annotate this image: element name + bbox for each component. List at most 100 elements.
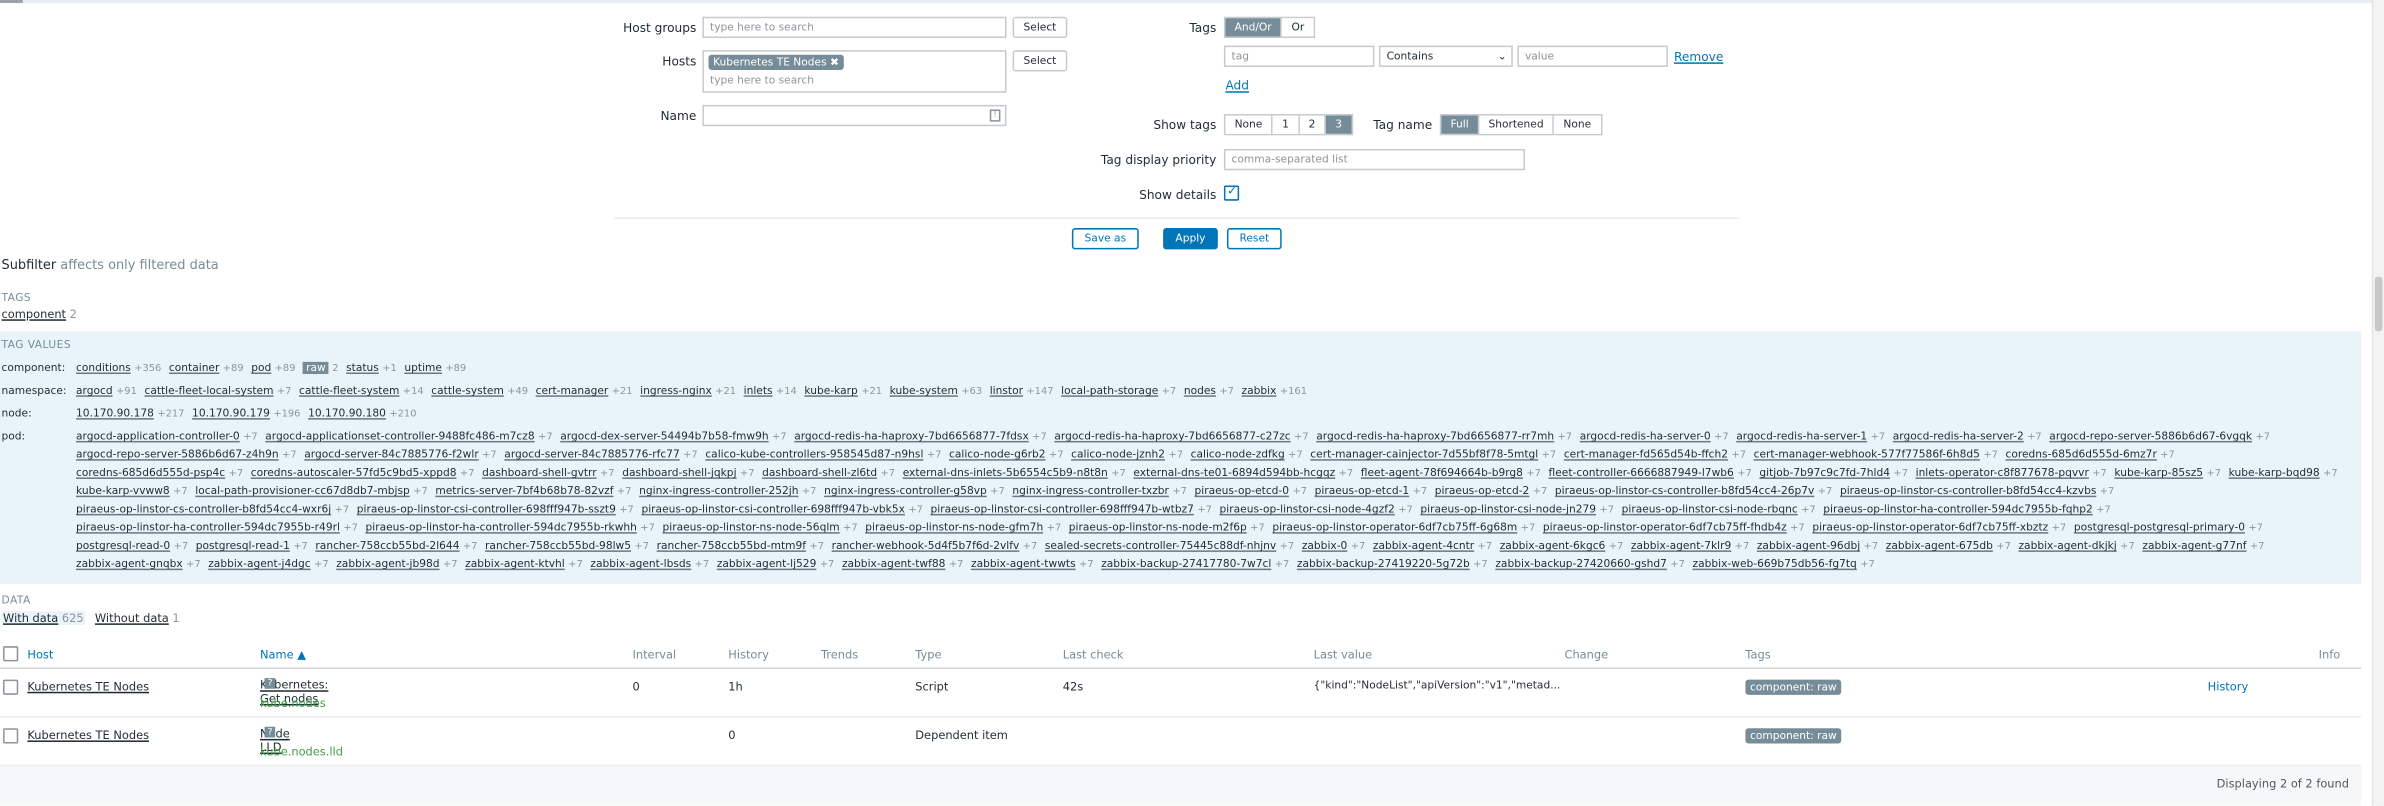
tag-value-item[interactable]: zabbix +161	[1242, 382, 1307, 400]
tag-name-full[interactable]: Full	[1441, 115, 1480, 134]
tag-value-item[interactable]: zabbix-agent-lbsds +7	[590, 555, 709, 573]
or-option[interactable]: Or	[1282, 18, 1314, 37]
tag-value-item[interactable]: piraeus-op-linstor-csi-controller-698fff…	[931, 500, 1212, 518]
tag-value-item[interactable]: postgresql-read-1 +7	[196, 537, 308, 555]
tag-value-item[interactable]: dashboard-shell-zl6td +7	[762, 464, 895, 482]
row-tag-badge[interactable]: component: raw	[1745, 679, 1842, 695]
tag-value-item[interactable]: 10.170.90.180 +210	[308, 404, 416, 422]
tag-value-item[interactable]: cert-manager-webhook-577f77586f-6h8d5 +7	[1754, 445, 1998, 463]
host-groups-input[interactable]: type here to search	[702, 16, 1007, 39]
tag-value-item[interactable]: rancher-758ccb55bd-2l644 +7	[315, 537, 477, 555]
tag-value-item[interactable]: cert-manager +21	[536, 382, 633, 400]
tag-value-item[interactable]: nginx-ingress-controller-252jh +7	[639, 482, 816, 500]
tag-value-item[interactable]: piraeus-op-linstor-csi-node-rbqnc +7	[1622, 500, 1816, 518]
tag-value-item[interactable]: argocd-server-84c7885776-rfc77 +7	[504, 445, 697, 463]
with-data-item[interactable]: With data 625	[1, 611, 86, 625]
tag-value-item[interactable]: container +89	[169, 359, 244, 377]
tag-value-item[interactable]: inlets-operator-c8f877678-pqvvr +7	[1916, 464, 2107, 482]
tag-value-item[interactable]: external-dns-te01-6894d594bb-hcgqz +7	[1133, 464, 1353, 482]
reset-button[interactable]: Reset	[1226, 228, 1282, 250]
tag-value-item[interactable]: piraeus-op-linstor-ha-controller-594dc79…	[76, 518, 358, 536]
tag-value-input[interactable]: value	[1517, 45, 1668, 67]
macro-icon[interactable]: !	[989, 109, 1001, 122]
tag-value-item[interactable]: zabbix-0 +7	[1302, 537, 1365, 555]
tag-value-item[interactable]: fleet-agent-78f694664b-b9rg8 +7	[1361, 464, 1541, 482]
tag-value-item[interactable]: piraeus-op-linstor-ha-controller-594dc79…	[366, 518, 655, 536]
tag-value-item[interactable]: piraeus-op-linstor-ns-node-m2f6p +7	[1069, 518, 1265, 536]
tag-value-item[interactable]: piraeus-op-etcd-1 +7	[1315, 482, 1428, 500]
tag-value-item[interactable]: zabbix-backup-27417780-7w7cl +7	[1101, 555, 1289, 573]
tag-value-item[interactable]: zabbix-agent-jb98d +7	[336, 555, 457, 573]
tag-value-item[interactable]: zabbix-agent-gnqbx +7	[76, 555, 201, 573]
tag-value-item[interactable]: argocd-repo-server-5886b6d67-z4h9n +7	[76, 445, 297, 463]
tag-value-item[interactable]: piraeus-op-linstor-csi-node-4gzf2 +7	[1220, 500, 1413, 518]
tag-value-item[interactable]: 10.170.90.178 +217	[76, 404, 184, 422]
name-input[interactable]: !	[702, 104, 1007, 127]
tag-value-item[interactable]: argocd-redis-ha-server-0 +7	[1580, 427, 1729, 445]
tag-value-item[interactable]: local-path-storage +7	[1061, 382, 1176, 400]
tag-value-item[interactable]: calico-node-jznh2 +7	[1071, 445, 1183, 463]
without-data-item[interactable]: Without data 1	[95, 611, 180, 625]
tag-value-item[interactable]: piraeus-op-etcd-2 +7	[1435, 482, 1548, 500]
tag-value-item[interactable]: piraeus-op-linstor-operator-6df7cb75ff-x…	[1812, 518, 2066, 536]
show-tags-3[interactable]: 3	[1326, 115, 1352, 134]
tag-value-item[interactable]: coredns-autoscaler-57fd5c9bd5-xppd8 +7	[251, 464, 475, 482]
show-tags-toggle[interactable]: None 1 2 3	[1223, 114, 1353, 136]
row-host-link[interactable]: Kubernetes TE Nodes	[27, 728, 149, 742]
row-checkbox[interactable]	[3, 728, 19, 744]
hosts-input[interactable]: Kubernetes TE Nodes ✖ type here to searc…	[702, 50, 1007, 93]
tag-value-item[interactable]: piraeus-op-linstor-csi-controller-698fff…	[641, 500, 922, 518]
tag-value-item[interactable]: zabbix-agent-twf88 +7	[842, 555, 963, 573]
tag-value-item[interactable]: zabbix-agent-lj529 +7	[717, 555, 835, 573]
tag-value-item[interactable]: argocd +91	[76, 382, 137, 400]
tag-value-item[interactable]: zabbix-web-669b75db56-fg7tq +7	[1693, 555, 1875, 573]
host-column-header[interactable]: Host	[27, 648, 53, 662]
tag-name-shortened[interactable]: Shortened	[1479, 115, 1555, 134]
save-as-button[interactable]: Save as	[1071, 228, 1139, 250]
tag-value-item[interactable]: dashboard-shell-gvtrr +7	[482, 464, 615, 482]
tag-value-item[interactable]: argocd-applicationset-controller-9488fc4…	[265, 427, 552, 445]
tags-component-item[interactable]: component 2	[2, 307, 77, 321]
help-icon[interactable]: ?	[264, 678, 276, 689]
tag-value-item[interactable]: piraeus-op-linstor-ha-controller-594dc79…	[1823, 500, 2110, 518]
tag-value-item[interactable]: zabbix-backup-27419220-5g72b +7	[1297, 555, 1488, 573]
tag-value-item[interactable]: metrics-server-7bf4b68b78-82vzf +7	[435, 482, 631, 500]
tag-priority-input[interactable]: comma-separated list	[1223, 148, 1525, 171]
tag-value-item[interactable]: argocd-repo-server-5886b6d67-6vgqk +7	[2049, 427, 2270, 445]
tag-value-item[interactable]: dashboard-shell-jqkpj +7	[622, 464, 754, 482]
tag-value-item[interactable]: inlets +14	[744, 382, 797, 400]
tag-value-item[interactable]: fleet-controller-6666887949-l7wb6 +7	[1549, 464, 1752, 482]
tag-value-item[interactable]: piraeus-op-linstor-csi-controller-698fff…	[357, 500, 634, 518]
tag-value-item[interactable]: piraeus-op-linstor-cs-controller-b8fd54c…	[76, 500, 349, 518]
tag-value-item[interactable]: kube-system +63	[890, 382, 982, 400]
show-tags-2[interactable]: 2	[1299, 115, 1327, 134]
row-checkbox[interactable]	[3, 679, 19, 695]
hosts-select-button[interactable]: Select	[1012, 50, 1068, 72]
tag-value-item[interactable]: rancher-758ccb55bd-mtm9f +7	[657, 537, 824, 555]
tag-value-item[interactable]: uptime +89	[404, 359, 466, 377]
table-row[interactable]: Kubernetes TE Nodes Kubernetes: Get node…	[0, 670, 2362, 718]
tag-value-item[interactable]: argocd-server-84c7885776-f2wlr +7	[304, 445, 496, 463]
host-chip[interactable]: Kubernetes TE Nodes ✖	[708, 54, 844, 70]
tag-value-item[interactable]: rancher-webhook-5d4f5b7f6d-2vlfv +7	[832, 537, 1038, 555]
tag-value-item[interactable]: raw 2	[303, 359, 339, 377]
tag-value-item[interactable]: ingress-nginx +21	[640, 382, 736, 400]
tag-value-item[interactable]: zabbix-agent-j4dgc +7	[208, 555, 328, 573]
tag-value-item[interactable]: 10.170.90.179 +196	[192, 404, 300, 422]
tag-value-item[interactable]: gitjob-7b97c9c7fd-7hld4 +7	[1759, 464, 1908, 482]
name-column-header[interactable]: Name ▲	[260, 648, 306, 662]
tag-value-item[interactable]: cattle-fleet-local-system +7	[144, 382, 291, 400]
tag-value-item[interactable]: coredns-685d6d555d-psp4c +7	[76, 464, 243, 482]
tag-value-item[interactable]: nginx-ingress-controller-txzbr +7	[1012, 482, 1187, 500]
add-tag-link[interactable]: Add	[1225, 79, 1249, 93]
tag-value-item[interactable]: pod +89	[251, 359, 295, 377]
tag-value-item[interactable]: cattle-system +49	[431, 382, 528, 400]
tag-value-item[interactable]: postgresql-postgresql-primary-0 +7	[2074, 518, 2263, 536]
show-tags-1[interactable]: 1	[1272, 115, 1300, 134]
tag-value-item[interactable]: nginx-ingress-controller-g58vp +7	[824, 482, 1005, 500]
tag-name-none[interactable]: None	[1554, 115, 1601, 134]
tag-value-item[interactable]: argocd-redis-ha-haproxy-7bd6656877-c27zc…	[1054, 427, 1308, 445]
remove-tag-link[interactable]: Remove	[1674, 50, 1723, 64]
remove-chip-icon[interactable]: ✖	[830, 56, 839, 68]
tag-value-item[interactable]: piraeus-op-linstor-cs-controller-b8fd54c…	[1555, 482, 1832, 500]
